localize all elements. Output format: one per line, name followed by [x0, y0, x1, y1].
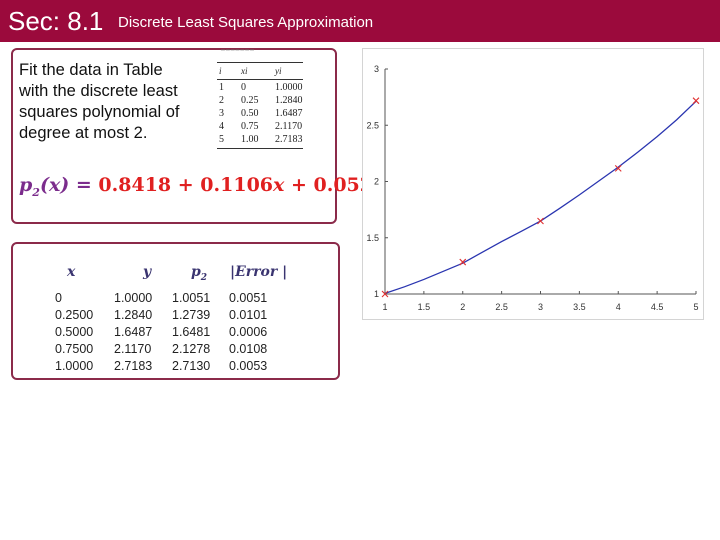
- y-tick-label: 3: [374, 64, 379, 74]
- cell-y: 1.0000: [114, 291, 153, 305]
- cell-p2: 2.1278: [172, 342, 211, 356]
- results-column-error: 0.0051 0.0101 0.0006 0.0108 0.0053: [229, 290, 267, 375]
- cell-x: 0.2500: [55, 308, 94, 322]
- header-i: i: [219, 66, 222, 76]
- section-number: Sec: 8.1: [8, 6, 104, 36]
- table-top-rule: [217, 62, 303, 63]
- results-header-y: y: [143, 264, 152, 280]
- cell-x: 1.00: [241, 134, 259, 145]
- data-point-marker: [537, 217, 544, 225]
- slide-header: Sec: 8.1 Discrete Least Squares Approxim…: [0, 0, 720, 42]
- cell-error: 0.0101: [229, 308, 268, 322]
- problem-line: with the discrete least: [19, 82, 178, 100]
- header-xi: xi: [241, 66, 248, 76]
- table-bottom-rule: [217, 148, 303, 149]
- y-tick-label: 2: [374, 177, 379, 187]
- results-column-p2: 1.0051 1.2739 1.6481 2.1278 2.7130: [172, 290, 210, 375]
- cell-y: 1.2840: [114, 308, 153, 322]
- x-tick-label: 2.5: [495, 302, 508, 312]
- p2-label: p: [191, 264, 201, 280]
- data-point-marker: [692, 97, 700, 105]
- cell-i: 4: [219, 121, 224, 132]
- cell-x: 0.75: [241, 121, 259, 132]
- cell-x: 0: [241, 82, 246, 93]
- table-caption-smudge: ▔▔▔▔▔▔▔: [221, 50, 255, 56]
- cell-y: 2.7183: [114, 359, 153, 373]
- results-box: x y p2 |Error | 0 0.2500 0.5000 0.7500 1…: [11, 242, 340, 380]
- results-header-error: |Error |: [230, 264, 288, 280]
- cell-y: 1.6487: [275, 108, 303, 119]
- x-tick-label: 4: [616, 302, 621, 312]
- formula-var: x: [273, 174, 285, 197]
- cell-y: 2.1170: [275, 121, 303, 132]
- formula-arg: (x) =: [39, 174, 92, 197]
- cell-i: 3: [219, 108, 224, 119]
- cell-error: 0.0108: [229, 342, 268, 356]
- cell-p2: 2.7130: [172, 359, 211, 373]
- cell-x: 0.50: [241, 108, 259, 119]
- cell-y: 2.7183: [275, 134, 303, 145]
- problem-line: Fit the data in Table: [19, 61, 163, 79]
- x-tick-label: 2: [460, 302, 465, 312]
- cell-y: 1.2840: [275, 95, 303, 106]
- table-header-rule: [217, 79, 303, 80]
- chart-panel: 1 1.5 2 2.5 3 3.5 4 4.5 5 1 1.5 2 2.5 3: [362, 48, 704, 320]
- x-tick-label: 4.5: [651, 302, 664, 312]
- problem-box: Fit the data in Table with the discrete …: [11, 48, 405, 224]
- problem-line: squares polynomial of: [19, 103, 180, 121]
- x-tick-label: 5: [693, 302, 698, 312]
- header-yi: yi: [275, 66, 282, 76]
- cell-i: 2: [219, 95, 224, 106]
- results-column-x: 0 0.2500 0.5000 0.7500 1.0000: [55, 290, 93, 375]
- cell-x: 0.25: [241, 95, 259, 106]
- fit-plot: 1 1.5 2 2.5 3 3.5 4 4.5 5 1 1.5 2 2.5 3: [366, 64, 700, 312]
- cell-y: 1.0000: [275, 82, 303, 93]
- cell-p2: 1.2739: [172, 308, 211, 322]
- x-tick-label: 1.5: [418, 302, 431, 312]
- cell-x: 0: [55, 291, 62, 305]
- cell-i: 1: [219, 82, 224, 93]
- cell-error: 0.0051: [229, 291, 268, 305]
- cell-x: 0.7500: [55, 342, 94, 356]
- cell-error: 0.0006: [229, 325, 268, 339]
- problem-statement: Fit the data in Table with the discrete …: [19, 60, 209, 144]
- cell-p2: 1.0051: [172, 291, 211, 305]
- cell-i: 5: [219, 134, 224, 145]
- results-column-y: 1.0000 1.2840 1.6487 2.1170 2.7183: [114, 290, 152, 375]
- cell-x: 0.5000: [55, 325, 94, 339]
- cell-p2: 1.6481: [172, 325, 211, 339]
- fitted-polynomial-formula: p2(x) = 0.8418 + 0.1106x + 0.0527x2: [19, 174, 405, 199]
- y-tick-label: 1.5: [366, 233, 379, 243]
- x-tick-label: 1: [382, 302, 387, 312]
- p2-sub: 2: [200, 272, 208, 283]
- y-tick-label: 1: [374, 289, 379, 299]
- problem-line: degree at most 2.: [19, 124, 148, 142]
- section-title: Discrete Least Squares Approximation: [118, 14, 374, 31]
- cell-error: 0.0053: [229, 359, 268, 373]
- x-tick-label: 3: [538, 302, 543, 312]
- results-header-p2: p2: [191, 264, 207, 283]
- coef-0: 0.8418: [98, 174, 172, 197]
- cell-x: 1.0000: [55, 359, 94, 373]
- results-header-x: x: [67, 264, 76, 280]
- cell-y: 1.6487: [114, 325, 153, 339]
- formula-p: p: [19, 174, 33, 197]
- x-tick-label: 3.5: [573, 302, 586, 312]
- y-tick-label: 2.5: [366, 120, 379, 130]
- coef-1: 0.1106: [200, 174, 274, 197]
- fit-curve: [384, 100, 697, 295]
- formula-p-sub: 2: [32, 186, 40, 200]
- cell-y: 2.1170: [114, 342, 152, 356]
